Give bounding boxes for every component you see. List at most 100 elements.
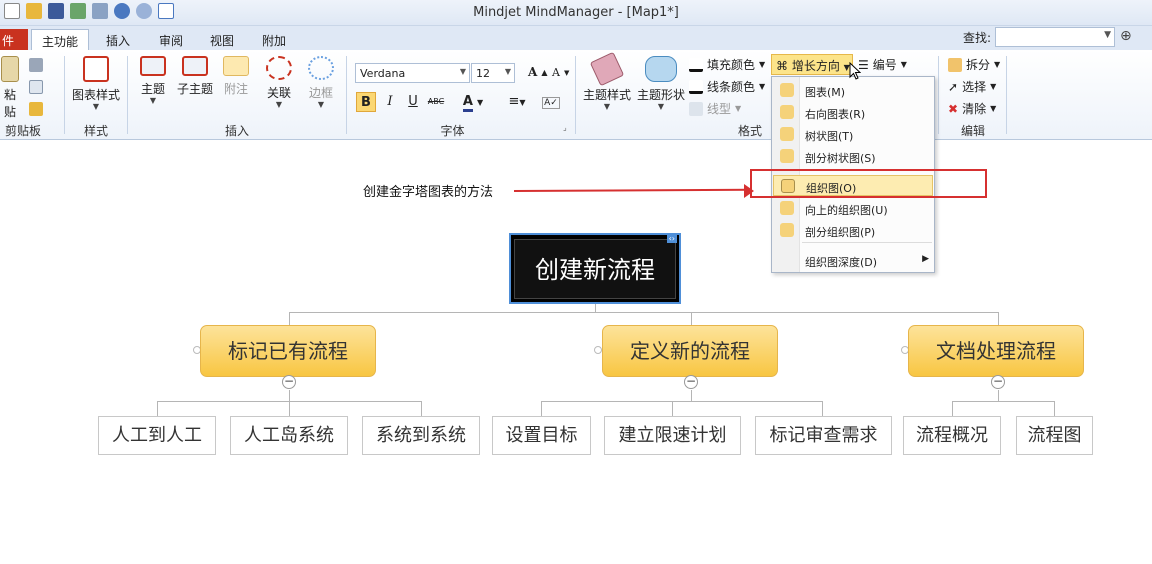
menu-item-split-tree[interactable]: 剖分树状图(S)	[773, 146, 933, 167]
line-style-button[interactable]: 线型 ▼	[689, 100, 741, 117]
font-dialog-launcher[interactable]: ⌟	[563, 123, 567, 132]
tab-home[interactable]: 主功能	[31, 29, 90, 50]
branch-topic[interactable]: 文档处理流程	[908, 325, 1084, 377]
clear-label: 清除	[962, 102, 987, 116]
menu-item-label: 图表(M)	[805, 86, 846, 99]
tab-review[interactable]: 审阅	[149, 29, 193, 50]
map-style-button[interactable]: 图表样式 ▼	[70, 56, 122, 111]
connector-line	[289, 312, 290, 325]
upward-org-chart-icon	[780, 201, 794, 215]
subtopic[interactable]: 建立限速计划	[604, 416, 741, 455]
menu-item-right-map[interactable]: 右向图表(R)	[773, 102, 933, 123]
font-size-value: 12	[476, 67, 490, 80]
strikethrough-button[interactable]: ABC	[426, 92, 446, 112]
topic-style-label: 主题样式	[582, 88, 631, 102]
menu-item-upward-org-chart[interactable]: 向上的组织图(U)	[773, 198, 933, 219]
connector-line	[952, 401, 1055, 402]
clear-button[interactable]: ✖ 清除 ▼	[948, 100, 996, 117]
paste-label: 粘贴	[3, 88, 16, 119]
subtopic[interactable]: 标记审查需求	[755, 416, 892, 455]
grow-font-button[interactable]: A ▲	[528, 65, 547, 79]
connector-line	[157, 401, 158, 416]
topic-icon	[140, 56, 166, 76]
fill-color-button[interactable]: 填充颜色 ▼	[689, 56, 765, 73]
format-painter-button[interactable]	[29, 102, 43, 116]
submenu-arrow-icon: ▶	[922, 254, 929, 264]
topic-shape-button[interactable]: 主题形状 ▼	[636, 56, 686, 111]
italic-button[interactable]: I	[380, 92, 400, 112]
connector-line	[998, 390, 999, 401]
connector-line	[595, 304, 596, 312]
callout-label: 附注	[223, 82, 248, 96]
subtopic-button[interactable]: 子主题	[176, 56, 214, 97]
group-divider	[1006, 56, 1007, 134]
format-group-label: 格式	[737, 124, 762, 138]
bold-button[interactable]: B	[356, 92, 376, 112]
subtopic[interactable]: 流程概况	[903, 416, 1001, 455]
menu-item-map[interactable]: 图表(M)	[773, 80, 933, 101]
chevron-down-icon: ▼	[149, 96, 157, 105]
subtopic[interactable]: 流程图	[1016, 416, 1093, 455]
insert-group-label: 插入	[224, 124, 249, 138]
expand-handle-icon[interactable]: ‹›	[666, 234, 677, 243]
select-label: 选择	[962, 80, 987, 94]
menu-item-org-chart-depth[interactable]: 组织图深度(D) ▶	[773, 250, 933, 271]
growth-direction-button[interactable]: ⌘ 增长方向 ▼	[771, 54, 853, 75]
font-color-icon: A	[462, 94, 473, 112]
branch-topic[interactable]: 定义新的流程	[602, 325, 778, 377]
tab-file[interactable]: 件	[0, 29, 28, 50]
menu-separator	[802, 242, 932, 243]
font-size-select[interactable]: 12 ▼	[471, 63, 515, 83]
relationship-button[interactable]: 关联 ▼	[264, 56, 294, 109]
line-color-button[interactable]: 线条颜色 ▼	[689, 78, 765, 95]
shrink-font-button[interactable]: A ▼	[552, 66, 569, 79]
subtopic[interactable]: 设置目标	[492, 416, 591, 455]
chevron-down-icon: ▼	[317, 100, 325, 109]
clear-format-button[interactable]: A✓	[541, 92, 561, 112]
subtopic[interactable]: 人工到人工	[98, 416, 216, 455]
menu-item-split-org-chart[interactable]: 剖分组织图(P)	[773, 220, 933, 241]
numbering-button[interactable]: ☰ 编号 ▼	[858, 56, 907, 73]
select-button[interactable]: ➚ 选择 ▼	[948, 78, 996, 95]
tab-view[interactable]: 视图	[200, 29, 244, 50]
font-color-button[interactable]: A ▼	[456, 92, 490, 112]
paste-button[interactable]: 粘贴	[0, 56, 20, 120]
connector-line	[421, 401, 422, 416]
copy-button[interactable]	[29, 80, 43, 94]
menu-item-tree[interactable]: 树状图(T)	[773, 124, 933, 145]
tab-insert[interactable]: 插入	[96, 29, 140, 50]
line-color-label: 线条颜色	[707, 80, 756, 94]
topic-style-button[interactable]: 主题样式 ▼	[582, 51, 632, 111]
topic-shape-icon	[645, 56, 677, 82]
subtopic[interactable]: 系统到系统	[362, 416, 480, 455]
tab-addins[interactable]: 附加	[252, 29, 296, 50]
chevron-down-icon[interactable]: ▼	[1104, 30, 1111, 40]
copy-icon	[29, 80, 43, 94]
topic-button[interactable]: 主题 ▼	[137, 56, 169, 105]
branch-topic[interactable]: 标记已有流程	[200, 325, 376, 377]
collapse-icon[interactable]: −	[991, 375, 1005, 389]
map-layout-icon	[780, 83, 794, 97]
subtopic[interactable]: 人工岛系统	[230, 416, 348, 455]
collapse-icon[interactable]: −	[684, 375, 698, 389]
chevron-down-icon: ▼	[275, 100, 283, 109]
pointer-icon: ➚	[948, 79, 959, 94]
central-topic[interactable]: 创建新流程 ‹›	[509, 233, 681, 304]
binoculars-icon[interactable]: ⊕	[1120, 28, 1132, 44]
underline-button[interactable]: U	[403, 92, 423, 112]
boundary-button[interactable]: 边框 ▼	[305, 56, 337, 109]
connector-line	[289, 401, 290, 416]
cut-button[interactable]	[29, 58, 43, 72]
connector-line	[998, 312, 999, 325]
callout-button[interactable]: 附注	[222, 56, 250, 97]
title-bar: Mindjet MindManager - [Map1*]	[0, 0, 1152, 26]
align-button[interactable]: ≡▼	[503, 92, 531, 112]
tree-icon	[780, 127, 794, 141]
search-input[interactable]: ▼	[995, 27, 1115, 47]
split-button[interactable]: 拆分 ▼	[948, 56, 1000, 73]
collapse-icon[interactable]: −	[282, 375, 296, 389]
split-icon	[948, 57, 962, 72]
font-family-select[interactable]: Verdana ▼	[355, 63, 470, 83]
chevron-down-icon: ▼	[504, 67, 511, 76]
subtopic-label: 子主题	[176, 82, 213, 96]
